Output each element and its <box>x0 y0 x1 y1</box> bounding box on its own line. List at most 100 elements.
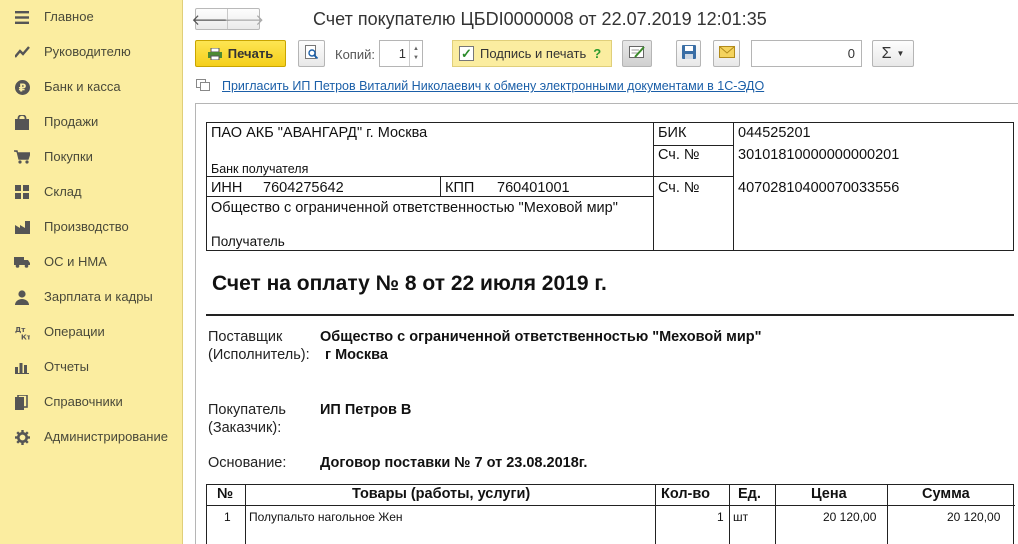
gear-icon <box>14 429 30 445</box>
supplier-value: Общество с ограниченной ответственностью… <box>320 329 762 345</box>
send-email-button[interactable] <box>713 40 740 67</box>
bik-label: БИК <box>658 125 687 141</box>
supplier-label-sub: (Исполнитель): <box>208 347 310 363</box>
sidebar-item-purchases[interactable]: Покупки <box>0 144 183 170</box>
sidebar-item-salary[interactable]: Зарплата и кадры <box>0 284 183 310</box>
menu-icon <box>14 9 30 25</box>
copies-label: Копий: <box>335 47 375 62</box>
bank-name: ПАО АКБ "АВАНГАРД" г. Москва <box>211 125 428 141</box>
person-icon <box>14 289 30 305</box>
sidebar-item-operations[interactable]: Дт Кт Операции <box>0 319 183 345</box>
sidebar-item-director[interactable]: Руководителю <box>0 39 183 65</box>
supplier-city: г Москва <box>325 347 388 363</box>
edit-document-button[interactable] <box>622 40 652 67</box>
bag-icon <box>14 114 30 130</box>
save-button[interactable] <box>676 40 701 67</box>
sidebar-item-label: Банк и касса <box>44 79 121 94</box>
corr-account-label: Сч. № <box>658 147 700 163</box>
inn-label: ИНН <box>211 180 243 196</box>
checkmark-icon[interactable]: ✓ <box>459 46 474 61</box>
column-header: Сумма <box>922 486 970 502</box>
copies-value[interactable]: 1 <box>380 46 409 61</box>
main-panel: 🡐 🡒 Счет покупателю ЦБDI0000008 от 22.07… <box>184 0 1018 544</box>
edo-icon <box>196 79 210 91</box>
basis-label: Основание: <box>208 455 287 471</box>
sidebar-item-sales[interactable]: Продажи <box>0 109 183 135</box>
sidebar-item-label: Покупки <box>44 149 93 164</box>
corr-account-value: 30101810000000000201 <box>738 147 900 163</box>
sidebar-item-label: Операции <box>44 324 105 339</box>
row-quantity: 1 <box>717 510 724 524</box>
sidebar-item-label: Продажи <box>44 114 99 129</box>
sidebar-item-label: ОС и НМА <box>44 254 107 269</box>
sidebar-item-label: Отчеты <box>44 359 89 374</box>
row-unit: шт <box>733 510 749 524</box>
kpp-value: 760401001 <box>497 180 570 196</box>
recipient-name: Общество с ограниченной ответственностью… <box>211 200 618 216</box>
sidebar-item-warehouse[interactable]: Склад <box>0 179 183 205</box>
column-header: Ед. <box>738 486 761 502</box>
sidebar-item-admin[interactable]: Администрирование <box>0 424 183 450</box>
sidebar-item-label: Справочники <box>44 394 123 409</box>
sidebar-item-directories[interactable]: Справочники <box>0 389 183 415</box>
edo-invite-link[interactable]: Пригласить ИП Петров Виталий Николаевич … <box>222 79 764 93</box>
sidebar-item-production[interactable]: Производство <box>0 214 183 240</box>
column-header: Цена <box>811 486 847 502</box>
supplier-label: Поставщик <box>208 329 283 345</box>
title-divider <box>206 314 1014 316</box>
sidebar-item-label: Производство <box>44 219 129 234</box>
bik-value: 044525201 <box>738 125 811 141</box>
grid-icon <box>14 184 30 200</box>
sum-menu-button[interactable]: Σ ▼ <box>872 40 914 67</box>
total-field[interactable]: 0 <box>751 40 862 67</box>
invoice-title: Счет на оплату № 8 от 22 июля 2019 г. <box>212 272 607 295</box>
inn-value: 7604275642 <box>263 180 344 196</box>
bank-caption: Банк получателя <box>211 162 309 176</box>
chevron-down-icon: ▼ <box>896 49 905 58</box>
account-value: 40702810400070033556 <box>738 180 900 196</box>
sidebar-item-bank[interactable]: ₽ Банк и касса <box>0 74 183 100</box>
sidebar-item-label: Администрирование <box>44 429 168 444</box>
bank-details-table: ПАО АКБ "АВАНГАРД" г. Москва Банк получа… <box>206 122 1014 251</box>
svg-text:Кт: Кт <box>21 333 30 340</box>
svg-text:₽: ₽ <box>18 81 26 94</box>
books-icon <box>14 394 30 410</box>
column-header: Кол-во <box>661 486 710 502</box>
help-icon[interactable]: ? <box>593 46 601 61</box>
history-nav: 🡐 🡒 <box>191 8 264 30</box>
sign-and-stamp-toggle[interactable]: ✓ Подпись и печать ? <box>452 40 612 67</box>
preview-icon <box>304 44 319 63</box>
sidebar-item-label: Склад <box>44 184 82 199</box>
trend-icon <box>14 44 30 60</box>
floppy-icon <box>681 45 696 62</box>
ruble-icon: ₽ <box>14 79 30 95</box>
column-header: Товары (работы, услуги) <box>352 486 531 502</box>
column-header: № <box>217 486 234 502</box>
sidebar-item-reports[interactable]: Отчеты <box>0 354 183 380</box>
recipient-caption: Получатель <box>211 234 285 249</box>
forward-button[interactable]: 🡒 <box>224 9 264 29</box>
copies-stepper[interactable]: 1 ▲ ▼ <box>379 40 423 67</box>
row-sum: 20 120,00 <box>947 510 1001 524</box>
sidebar-item-assets[interactable]: ОС и НМА <box>0 249 183 275</box>
buyer-label: Покупатель <box>208 402 286 418</box>
sidebar-item-label: Зарплата и кадры <box>44 289 153 304</box>
sidebar-item-main[interactable]: Главное <box>0 4 183 30</box>
kpp-label: КПП <box>445 180 475 196</box>
basis-value: Договор поставки № 7 от 23.08.2018г. <box>320 455 588 471</box>
envelope-icon <box>718 46 735 61</box>
row-number: 1 <box>224 510 231 524</box>
page-title: Счет покупателю ЦБDI0000008 от 22.07.201… <box>313 9 767 29</box>
print-button[interactable]: Печать <box>195 40 286 67</box>
dt-kt-icon: Дт Кт <box>14 324 30 340</box>
document-preview: ПАО АКБ "АВАНГАРД" г. Москва Банк получа… <box>195 103 1018 544</box>
preview-button[interactable] <box>298 40 325 67</box>
sum-icon: Σ <box>881 44 892 62</box>
sidebar-item-label: Главное <box>44 9 94 24</box>
truck-icon <box>14 254 30 270</box>
account-label: Сч. № <box>658 180 700 196</box>
items-table: № Товары (работы, услуги) Кол-во Ед. Цен… <box>206 484 1015 544</box>
buyer-label-sub: (Заказчик): <box>208 420 282 436</box>
row-price: 20 120,00 <box>823 510 877 524</box>
spin-icon[interactable]: ▲ ▼ <box>409 41 422 66</box>
